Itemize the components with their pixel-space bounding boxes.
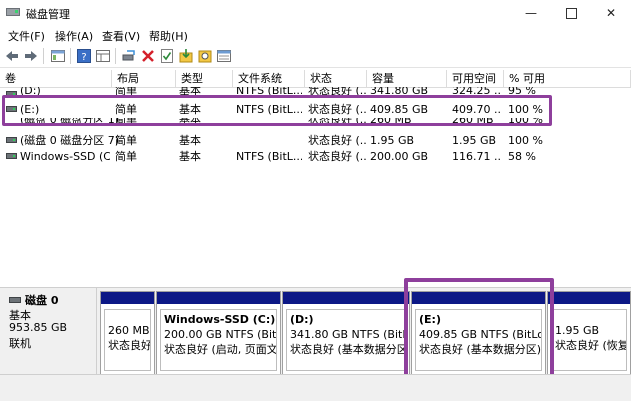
maximize-icon (565, 8, 577, 19)
column-header-volume[interactable]: 卷 (0, 70, 112, 88)
forward-arrow-icon[interactable] (23, 48, 39, 64)
volume-capacity: 1.95 GB (370, 134, 415, 147)
partition-d[interactable]: (D:) 341.80 GB NTFS (BitLocke 状态良好 (基本数据… (282, 291, 410, 376)
volume-row[interactable]: (磁盘 0 磁盘分区 7) 简单 基本 状态良好 (... 1.95 GB 1.… (0, 133, 631, 148)
partition-size: 341.80 GB NTFS (BitLocke (290, 328, 405, 341)
back-arrow-icon[interactable] (4, 48, 20, 64)
partition-status: 状态良好 (恢复 (555, 339, 627, 352)
column-header-capacity[interactable]: 容量 (367, 70, 447, 88)
column-header-status[interactable]: 状态 (305, 70, 367, 88)
volume-layout: 简单 (115, 150, 137, 163)
column-header-filesystem[interactable]: 文件系统 (233, 70, 305, 88)
partition-size: 260 MB (108, 324, 150, 337)
partition-name: (D:) (290, 313, 314, 326)
view-icon[interactable] (216, 48, 232, 64)
menu-view[interactable]: 查看(V) (102, 28, 140, 44)
menu-bar: 文件(F) 操作(A) 查看(V) 帮助(H) (0, 26, 631, 44)
volume-status: 状态良好 (... (308, 150, 366, 163)
volume-free: 116.71 ... (452, 150, 502, 163)
volume-type: 基本 (179, 150, 201, 163)
partition-name: Windows-SSD (C:) (164, 313, 276, 326)
maximize-button[interactable] (551, 0, 591, 26)
connect-icon[interactable] (121, 48, 137, 64)
disk-icon (9, 297, 21, 303)
check-icon[interactable] (159, 48, 175, 64)
volume-type: 基本 (179, 134, 201, 147)
disk-name: 磁盘 0 (25, 294, 59, 307)
disk-0-label[interactable]: 磁盘 0 基本 953.85 GB 联机 (0, 288, 97, 378)
partition-status: 状态良好 (启动, 页面文件 (164, 343, 277, 356)
toolbar: ? (0, 45, 631, 68)
disk-size: 953.85 GB (9, 321, 68, 334)
delete-icon[interactable] (140, 48, 156, 64)
menu-help[interactable]: 帮助(H) (149, 28, 188, 44)
partition-bar (101, 292, 154, 304)
volume-status: 状态良好 (... (308, 134, 366, 147)
partition-bar (157, 292, 280, 304)
volume-capacity: 200.00 GB (370, 150, 429, 163)
toolbar-separator (115, 48, 116, 64)
highlight-box-e-volume-row (2, 95, 552, 126)
partition-status: 状态良好 (基本数据分区) (290, 343, 406, 356)
close-button[interactable]: ✕ (591, 0, 631, 26)
partition-size: 1.95 GB (555, 324, 600, 337)
partition-status: 状态良好 (108, 339, 151, 352)
search-icon[interactable] (197, 48, 213, 64)
partition-size: 200.00 GB NTFS (BitLocke (164, 328, 277, 341)
svg-text:?: ? (81, 52, 86, 63)
disk-management-icon (6, 6, 20, 18)
volume-percent-free: 100 % (508, 134, 543, 147)
window-title: 磁盘管理 (26, 8, 70, 21)
minimize-button[interactable]: — (511, 0, 551, 26)
console-tree-icon[interactable] (50, 48, 66, 64)
highlight-box-e-partition (404, 278, 554, 383)
help-icon[interactable]: ? (76, 48, 92, 64)
volume-icon (6, 137, 17, 143)
partition-bar (283, 292, 409, 304)
partition-c[interactable]: Windows-SSD (C:) 200.00 GB NTFS (BitLock… (156, 291, 281, 376)
properties-grid-icon[interactable] (95, 48, 111, 64)
volume-name: (磁盘 0 磁盘分区 7) (20, 134, 120, 147)
volume-layout: 简单 (115, 134, 137, 147)
column-header-free-space[interactable]: 可用空间 (447, 70, 504, 88)
column-header-percent-free[interactable]: % 可用 (504, 70, 631, 88)
volume-filesystem: NTFS (BitL... (236, 150, 302, 163)
import-icon[interactable] (178, 48, 194, 64)
partition-recovery[interactable]: 1.95 GB 状态良好 (恢复 (547, 291, 631, 376)
status-strip (0, 374, 631, 401)
volume-free: 1.95 GB (452, 134, 497, 147)
column-header-type[interactable]: 类型 (176, 70, 233, 88)
disk-state: 联机 (9, 337, 31, 350)
volume-icon (6, 153, 17, 159)
menu-action[interactable]: 操作(A) (55, 28, 93, 44)
volume-row[interactable]: Windows-SSD (C:) 简单 基本 NTFS (BitL... 状态良… (0, 149, 631, 164)
toolbar-separator (43, 48, 44, 64)
menu-file[interactable]: 文件(F) (8, 28, 45, 44)
title-bar: 磁盘管理 — ✕ (0, 0, 631, 26)
partition-bar (548, 292, 630, 304)
volume-name: Windows-SSD (C:) (20, 150, 110, 163)
column-header-layout[interactable]: 布局 (112, 70, 176, 88)
partition-260mb[interactable]: 260 MB 状态良好 (100, 291, 155, 376)
toolbar-separator (70, 48, 71, 64)
volume-percent-free: 58 % (508, 150, 536, 163)
